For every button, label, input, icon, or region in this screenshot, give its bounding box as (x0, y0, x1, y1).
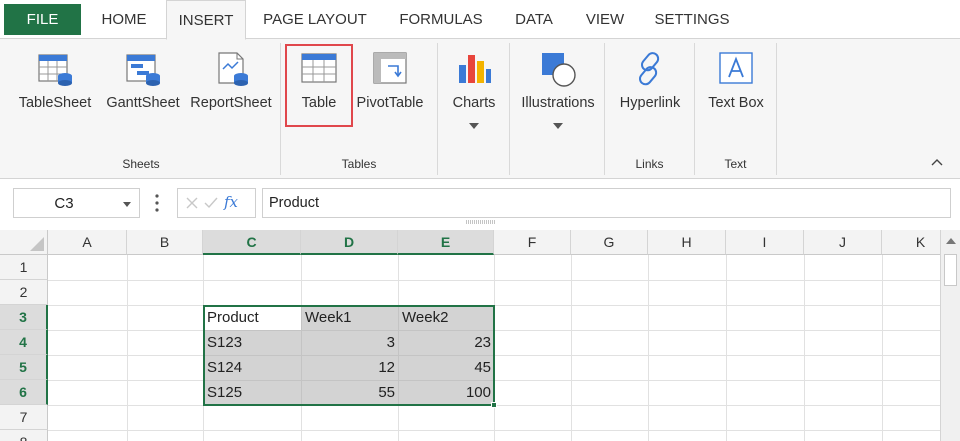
textbox-label: Text Box (708, 95, 764, 111)
gridline (127, 255, 128, 441)
row-header-8[interactable]: 8 (0, 430, 48, 441)
tab-insert[interactable]: INSERT (166, 0, 246, 40)
group-label-links: Links (635, 157, 664, 171)
row-header-7[interactable]: 7 (0, 405, 48, 430)
illustrations-button[interactable]: Illustrations (514, 39, 602, 151)
splitter-handle-icon[interactable] (466, 220, 496, 224)
column-header-K[interactable]: K (882, 230, 940, 255)
cancel-icon[interactable] (186, 197, 198, 209)
tablesheet-button[interactable]: TableSheet (14, 39, 96, 151)
gridline (882, 255, 883, 441)
column-header-B[interactable]: B (127, 230, 203, 255)
pivottable-button[interactable]: PivotTable (354, 39, 426, 151)
more-options-icon[interactable] (154, 193, 160, 213)
charts-label: Charts (452, 95, 496, 111)
tab-page-layout[interactable]: PAGE LAYOUT (252, 0, 378, 39)
row-header-2[interactable]: 2 (0, 280, 48, 305)
column-header-J[interactable]: J (804, 230, 882, 255)
spreadsheet-grid[interactable]: Product Week1 Week2 S123 3 23 S124 12 45… (0, 230, 940, 441)
hyperlink-button[interactable]: Hyperlink (610, 39, 690, 151)
group-label-text: Text (724, 157, 747, 171)
ganttsheet-button[interactable]: GanttSheet (102, 39, 184, 151)
column-header-I[interactable]: I (726, 230, 804, 255)
group-label-tables: Tables (341, 157, 377, 171)
reportsheet-button[interactable]: ReportSheet (188, 39, 274, 151)
row-header-3[interactable]: 3 (0, 305, 48, 330)
tab-formulas[interactable]: FORMULAS (384, 0, 498, 39)
group-separator (604, 43, 605, 175)
ganttsheet-icon (126, 54, 160, 86)
row-header-5[interactable]: 5 (0, 355, 48, 380)
hyperlink-icon (638, 52, 660, 86)
row-header-6[interactable]: 6 (0, 380, 48, 405)
name-box[interactable]: C3 (13, 188, 140, 218)
gridline (48, 430, 940, 431)
select-all-corner[interactable] (0, 230, 48, 255)
tab-view[interactable]: VIEW (575, 0, 635, 39)
column-header-F[interactable]: F (494, 230, 571, 255)
formula-bar: C3 fx Product (0, 180, 960, 230)
group-separator (509, 43, 510, 175)
ganttsheet-label: GanttSheet (106, 95, 180, 111)
illustrations-dropdown-icon (553, 123, 563, 129)
row-header-4[interactable]: 4 (0, 330, 48, 355)
ribbon-insert-panel: TableSheet GanttSheet ReportSheet Sheets (0, 39, 960, 179)
formula-controls: fx (177, 188, 256, 218)
scroll-thumb[interactable] (944, 254, 957, 286)
formula-input[interactable]: Product (262, 188, 951, 218)
column-header-D[interactable]: D (301, 230, 398, 255)
chevron-down-icon[interactable] (123, 202, 131, 207)
tablesheet-label: TableSheet (18, 95, 92, 111)
group-separator (776, 43, 777, 175)
column-header-G[interactable]: G (571, 230, 648, 255)
vertical-scrollbar[interactable] (940, 230, 960, 441)
gridline (804, 255, 805, 441)
select-all-icon (30, 237, 44, 251)
row-header-1[interactable]: 1 (0, 255, 48, 280)
charts-button[interactable]: Charts (442, 39, 506, 151)
gridline (571, 255, 572, 441)
gridline (48, 280, 940, 281)
column-header-C[interactable]: C (203, 230, 301, 255)
group-separator (280, 43, 281, 175)
column-header-H[interactable]: H (648, 230, 726, 255)
tab-data[interactable]: DATA (503, 0, 565, 39)
group-separator (694, 43, 695, 175)
tab-home[interactable]: HOME (86, 0, 162, 39)
illustrations-icon (542, 53, 576, 87)
confirm-icon[interactable] (204, 197, 218, 209)
gridline (648, 255, 649, 441)
charts-icon (459, 55, 491, 83)
collapse-ribbon-icon[interactable] (930, 155, 944, 169)
scroll-up-icon[interactable] (946, 238, 956, 244)
charts-dropdown-icon (469, 123, 479, 129)
textbox-icon (719, 52, 753, 84)
pivottable-icon (373, 52, 407, 84)
group-label-sheets: Sheets (122, 157, 160, 171)
selection-border (203, 305, 495, 406)
pivottable-label: PivotTable (356, 95, 424, 111)
name-box-value: C3 (54, 195, 74, 212)
reportsheet-icon (218, 52, 248, 86)
tab-file[interactable]: FILE (4, 4, 81, 35)
gridline (726, 255, 727, 441)
reportsheet-label: ReportSheet (190, 95, 272, 111)
fill-handle[interactable] (491, 402, 497, 408)
column-header-A[interactable]: A (48, 230, 127, 255)
hyperlink-label: Hyperlink (619, 95, 681, 111)
tablesheet-icon (38, 54, 72, 86)
illustrations-label: Illustrations (521, 95, 595, 111)
tab-settings[interactable]: SETTINGS (645, 0, 739, 39)
textbox-button[interactable]: Text Box (700, 39, 772, 151)
column-header-E[interactable]: E (398, 230, 494, 255)
ribbon-tab-bar: FILE HOME INSERT PAGE LAYOUT FORMULAS DA… (0, 0, 960, 40)
table-button-highlight (285, 44, 353, 127)
fx-icon[interactable]: fx (224, 193, 238, 211)
group-separator (437, 43, 438, 175)
